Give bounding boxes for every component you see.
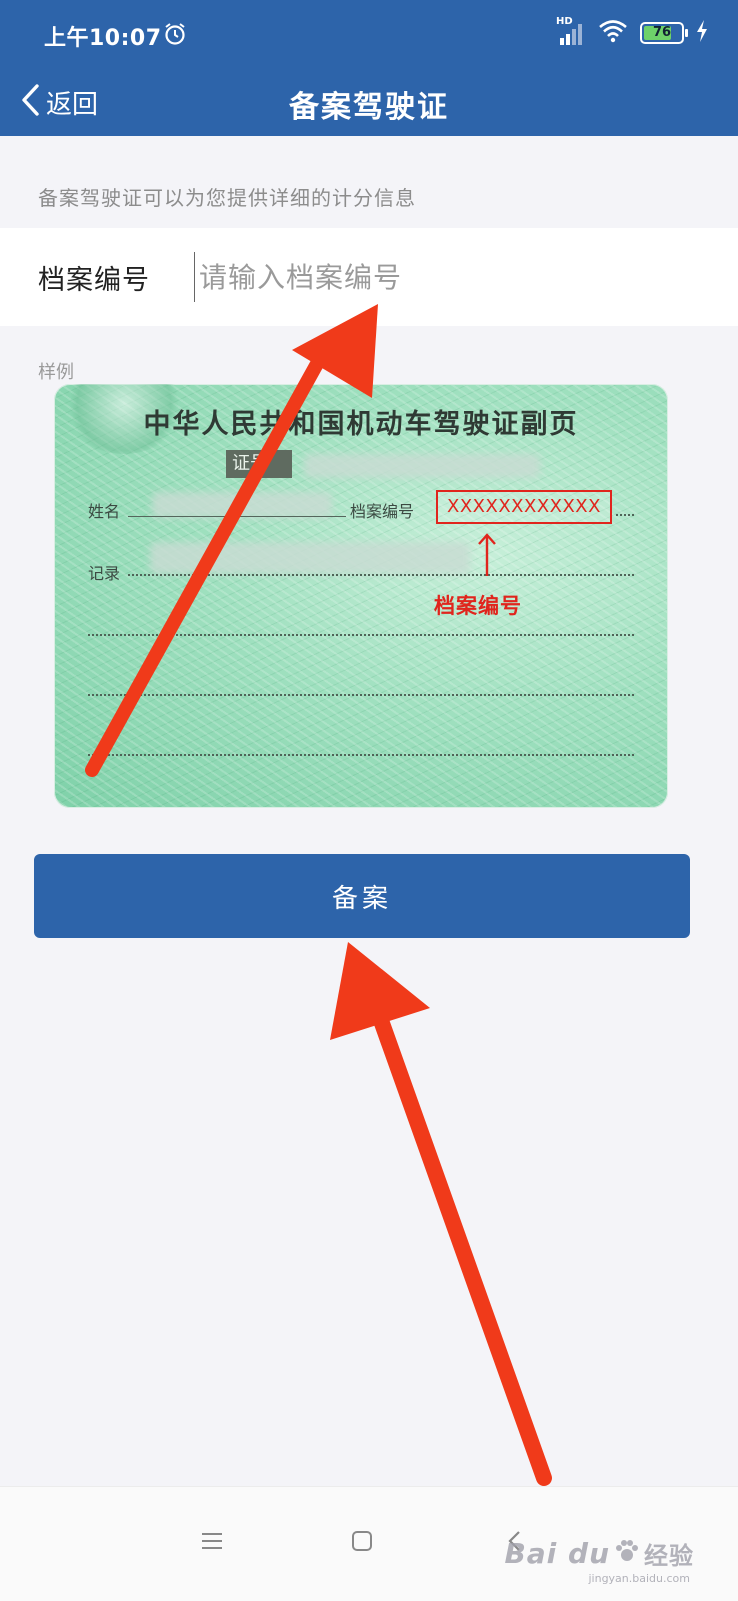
- card-record-blur: [150, 542, 470, 574]
- register-button[interactable]: 备案: [34, 854, 690, 938]
- card-line-3: [88, 754, 634, 756]
- description-text: 备案驾驶证可以为您提供详细的计分信息: [38, 186, 416, 210]
- page-title: 备案驾驶证: [289, 90, 449, 125]
- nav-bar: 返回 备案驾驶证: [0, 68, 738, 136]
- alarm-icon: [164, 22, 186, 50]
- system-nav-bar: Bai du 经验 jingyan.baidu.com: [0, 1486, 738, 1601]
- status-time: 上午10:07: [44, 26, 162, 51]
- card-title: 中华人民共和国机动车驾驶证副页: [143, 409, 579, 440]
- card-file-no-line: [616, 514, 634, 516]
- card-id-blur: [304, 454, 540, 478]
- signal-icon: HD: [556, 16, 586, 46]
- card-line-2: [88, 694, 634, 696]
- home-icon: [351, 1530, 373, 1556]
- menu-icon: [201, 1532, 223, 1554]
- file-number-annotation: 档案编号: [434, 594, 522, 618]
- card-id-label: 证号: [226, 450, 292, 478]
- sample-license-image: 中华人民共和国机动车驾驶证副页 证号 姓名 档案编号 XXXXXXXXXXXX …: [54, 384, 668, 808]
- menu-button[interactable]: [182, 1513, 242, 1573]
- status-icons: HD 76: [556, 16, 708, 48]
- watermark-suffix: 经验: [644, 1542, 694, 1570]
- file-number-highlight: XXXXXXXXXXXX: [436, 490, 612, 524]
- card-record-label: 记录: [88, 564, 121, 583]
- card-name-label: 姓名: [88, 502, 121, 521]
- arrow-to-button-icon: [330, 942, 552, 1486]
- file-number-row: 档案编号: [0, 228, 738, 326]
- card-file-no-label: 档案编号: [350, 502, 415, 521]
- file-number-label: 档案编号: [38, 265, 150, 296]
- battery-icon: 76: [640, 22, 688, 44]
- sample-label: 样例: [38, 362, 74, 383]
- wifi-icon: [598, 19, 628, 47]
- watermark-sub: jingyan.baidu.com: [588, 1572, 690, 1585]
- battery-percent: 76: [652, 25, 672, 40]
- charging-icon: [696, 20, 708, 46]
- file-number-input[interactable]: [194, 252, 699, 302]
- up-arrow-icon: [478, 533, 496, 576]
- card-name-blur: [152, 492, 332, 518]
- status-bar: 上午10:07 HD 76: [0, 0, 738, 68]
- watermark-brand: Bai du: [504, 1537, 610, 1570]
- watermark: Bai du 经验 jingyan.baidu.com: [504, 1536, 694, 1585]
- card-line-1: [88, 634, 634, 636]
- card-record-line: [128, 574, 634, 576]
- home-button[interactable]: [332, 1513, 392, 1573]
- card-name-line: [128, 516, 346, 517]
- top-bar: 上午10:07 HD 76 返回 备案驾驶证: [0, 0, 738, 136]
- paw-icon: [614, 1539, 640, 1569]
